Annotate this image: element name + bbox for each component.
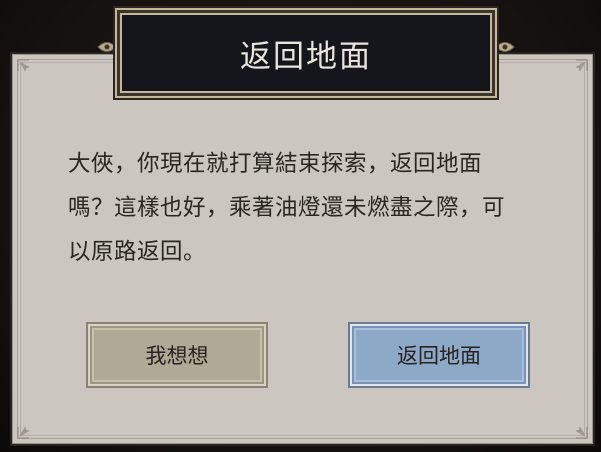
title-ornament-icon	[97, 42, 117, 52]
dialog-message: 大俠，你現在就打算結束探索，返回地面 嗎？這樣也好，乘著油燈還未燃盡之際，可 以…	[68, 142, 548, 274]
corner-ornament-icon	[17, 426, 30, 439]
message-line: 嗎？這樣也好，乘著油燈還未燃盡之際，可	[68, 195, 506, 221]
dialog-title: 返回地面	[240, 38, 372, 75]
corner-ornament-icon	[17, 59, 30, 72]
dialog-title-banner: 返回地面	[120, 13, 492, 93]
corner-ornament-icon	[575, 426, 588, 439]
corner-ornament-icon	[575, 59, 588, 72]
message-line: 大俠，你現在就打算結束探索，返回地面	[68, 151, 483, 177]
title-ornament-icon	[495, 42, 515, 52]
think-again-button[interactable]: 我想想	[88, 324, 266, 386]
return-to-surface-button[interactable]: 返回地面	[350, 324, 528, 386]
message-line: 以原路返回。	[68, 239, 207, 265]
